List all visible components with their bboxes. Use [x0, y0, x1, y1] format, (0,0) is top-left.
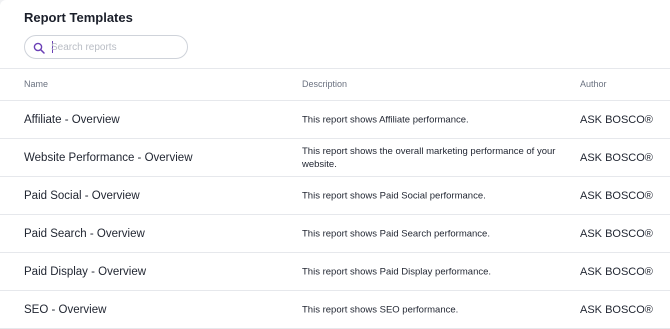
table-row[interactable]: Paid Display - Overview This report show…	[0, 253, 670, 291]
template-description: This report shows the overall marketing …	[302, 145, 556, 170]
column-header-author[interactable]: Author	[580, 79, 607, 89]
table-row[interactable]: SEO - Overview This report shows SEO per…	[0, 291, 670, 329]
table-header: Name Description Author	[0, 68, 670, 101]
template-name[interactable]: SEO - Overview	[24, 304, 106, 316]
table-row[interactable]: Affiliate - Overview This report shows A…	[0, 101, 670, 139]
table-row[interactable]: Website Performance - Overview This repo…	[0, 139, 670, 177]
template-author: ASK BOSCO®	[580, 151, 653, 164]
search-icon	[33, 41, 45, 54]
template-description: This report shows Affiliate performance.	[302, 114, 469, 125]
table-row[interactable]: Paid Search - Overview This report shows…	[0, 215, 670, 253]
template-description: This report shows SEO performance.	[302, 304, 459, 315]
template-author: ASK BOSCO®	[580, 227, 653, 240]
table-row[interactable]: Paid Social - Overview This report shows…	[0, 177, 670, 215]
template-description: This report shows Paid Social performanc…	[302, 190, 486, 201]
template-author: ASK BOSCO®	[580, 113, 653, 126]
template-name[interactable]: Website Performance - Overview	[24, 152, 193, 164]
page-title: Report Templates	[24, 10, 133, 25]
template-name[interactable]: Paid Social - Overview	[24, 190, 140, 202]
template-author: ASK BOSCO®	[580, 265, 653, 278]
column-header-name[interactable]: Name	[24, 79, 48, 89]
search-box[interactable]	[24, 35, 188, 59]
template-name[interactable]: Paid Display - Overview	[24, 266, 146, 278]
template-description: This report shows Paid Display performan…	[302, 266, 492, 277]
search-input[interactable]	[51, 39, 181, 55]
template-name[interactable]: Paid Search - Overview	[24, 228, 145, 240]
template-description: This report shows Paid Search performanc…	[302, 228, 490, 239]
report-templates-panel: Report Templates Name Description Author…	[0, 0, 670, 329]
template-author: ASK BOSCO®	[580, 303, 653, 316]
template-name[interactable]: Affiliate - Overview	[24, 114, 120, 126]
template-author: ASK BOSCO®	[580, 189, 653, 202]
column-header-description[interactable]: Description	[302, 79, 347, 89]
